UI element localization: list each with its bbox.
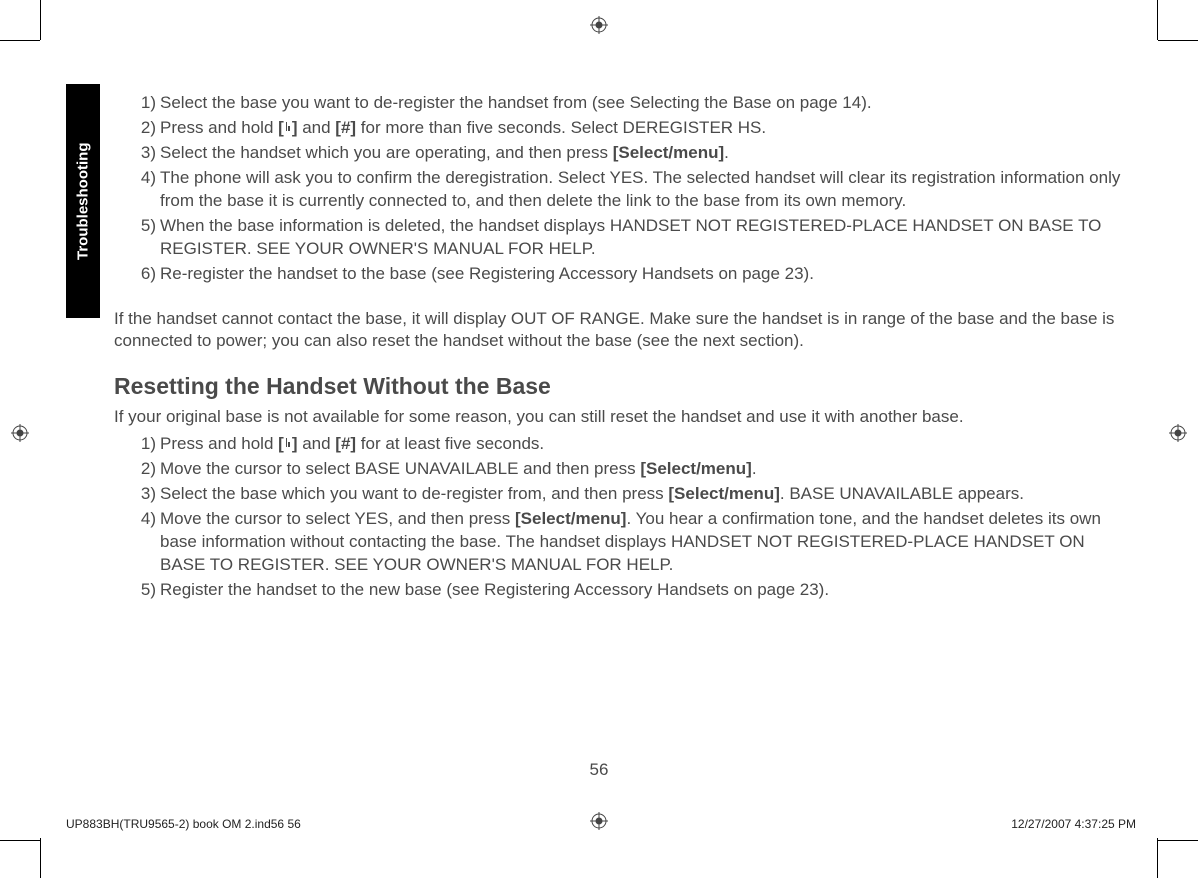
- item-number: 1): [136, 433, 156, 456]
- item-text: for at least five seconds.: [356, 434, 544, 453]
- item-text: .: [724, 143, 729, 162]
- item-text: The phone will ask you to confirm the de…: [160, 168, 1120, 210]
- registration-mark-icon: [590, 812, 608, 830]
- crop-mark: [40, 838, 41, 878]
- intro-paragraph: If your original base is not available f…: [114, 406, 1124, 429]
- item-text: for more than five seconds. Select DEREG…: [356, 118, 766, 137]
- footer-filename: UP883BH(TRU9565-2) book OM 2.ind56 56: [66, 817, 301, 831]
- list-item: 2)Press and hold [] and [#] for more tha…: [136, 117, 1124, 140]
- crop-mark: [0, 840, 40, 841]
- list-item: 6)Re-register the handset to the base (s…: [136, 263, 1124, 286]
- list-item: 1)Press and hold [] and [#] for at least…: [136, 433, 1124, 456]
- end-key-icon: [284, 437, 292, 451]
- key-label: [#]: [335, 118, 356, 137]
- crop-mark: [0, 40, 40, 41]
- list-item: 4)The phone will ask you to confirm the …: [136, 167, 1124, 213]
- item-text: Select the base which you want to de-reg…: [160, 484, 668, 503]
- key-label: [Select/menu]: [668, 484, 779, 503]
- section-tab: Troubleshooting: [66, 84, 100, 318]
- item-number: 2): [136, 117, 156, 140]
- list-item: 5)Register the handset to the new base (…: [136, 579, 1124, 602]
- item-text: Select the handset which you are operati…: [160, 143, 613, 162]
- key-label: [Select/menu]: [640, 459, 751, 478]
- item-text: . BASE UNAVAILABLE appears.: [780, 484, 1024, 503]
- list-item: 2)Move the cursor to select BASE UNAVAIL…: [136, 458, 1124, 481]
- item-number: 4): [136, 508, 156, 531]
- list-item: 5)When the base information is deleted, …: [136, 215, 1124, 261]
- item-number: 6): [136, 263, 156, 286]
- crop-mark: [1157, 838, 1158, 878]
- item-number: 3): [136, 142, 156, 165]
- registration-mark-icon: [11, 424, 29, 442]
- list-item: 3)Select the base which you want to de-r…: [136, 483, 1124, 506]
- item-number: 5): [136, 215, 156, 238]
- crop-mark: [1158, 840, 1198, 841]
- key-label: [Select/menu]: [515, 509, 626, 528]
- item-text: Select the base you want to de-register …: [160, 93, 872, 112]
- crop-mark: [1157, 0, 1158, 40]
- end-key-icon: [284, 121, 292, 135]
- item-text: and: [297, 118, 335, 137]
- item-text: Press and hold: [160, 434, 278, 453]
- footer-timestamp: 12/27/2007 4:37:25 PM: [1011, 817, 1136, 831]
- registration-mark-icon: [1169, 424, 1187, 442]
- procedure-list-1: 1)Select the base you want to de-registe…: [114, 92, 1124, 286]
- item-text: and: [297, 434, 335, 453]
- item-number: 4): [136, 167, 156, 190]
- key-label: [#]: [335, 434, 356, 453]
- crop-mark: [40, 0, 41, 40]
- crop-mark: [1158, 40, 1198, 41]
- item-text: Register the handset to the new base (se…: [160, 580, 829, 599]
- item-text: Press and hold: [160, 118, 278, 137]
- item-text: When the base information is deleted, th…: [160, 216, 1101, 258]
- item-number: 5): [136, 579, 156, 602]
- list-item: 4)Move the cursor to select YES, and the…: [136, 508, 1124, 577]
- procedure-list-2: 1)Press and hold [] and [#] for at least…: [114, 433, 1124, 602]
- page-number: 56: [0, 760, 1198, 780]
- item-number: 1): [136, 92, 156, 115]
- list-item: 3)Select the handset which you are opera…: [136, 142, 1124, 165]
- item-text: Re-register the handset to the base (see…: [160, 264, 814, 283]
- item-number: 3): [136, 483, 156, 506]
- item-text: .: [752, 459, 757, 478]
- list-item: 1)Select the base you want to de-registe…: [136, 92, 1124, 115]
- body-paragraph: If the handset cannot contact the base, …: [114, 308, 1124, 354]
- registration-mark-icon: [590, 16, 608, 34]
- item-text: Move the cursor to select BASE UNAVAILAB…: [160, 459, 640, 478]
- item-text: Move the cursor to select YES, and then …: [160, 509, 515, 528]
- item-number: 2): [136, 458, 156, 481]
- key-label: [Select/menu]: [613, 143, 724, 162]
- section-heading: Resetting the Handset Without the Base: [114, 371, 1124, 402]
- page-content: 1)Select the base you want to de-registe…: [114, 92, 1124, 604]
